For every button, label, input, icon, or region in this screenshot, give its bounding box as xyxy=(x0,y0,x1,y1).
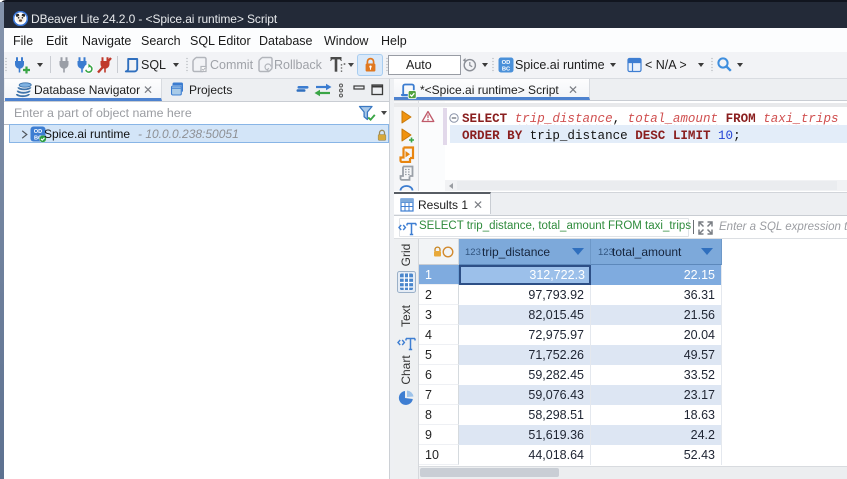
svg-text:OD: OD xyxy=(34,129,42,135)
svg-text:OD: OD xyxy=(502,60,511,66)
svg-text:BC: BC xyxy=(502,67,511,73)
